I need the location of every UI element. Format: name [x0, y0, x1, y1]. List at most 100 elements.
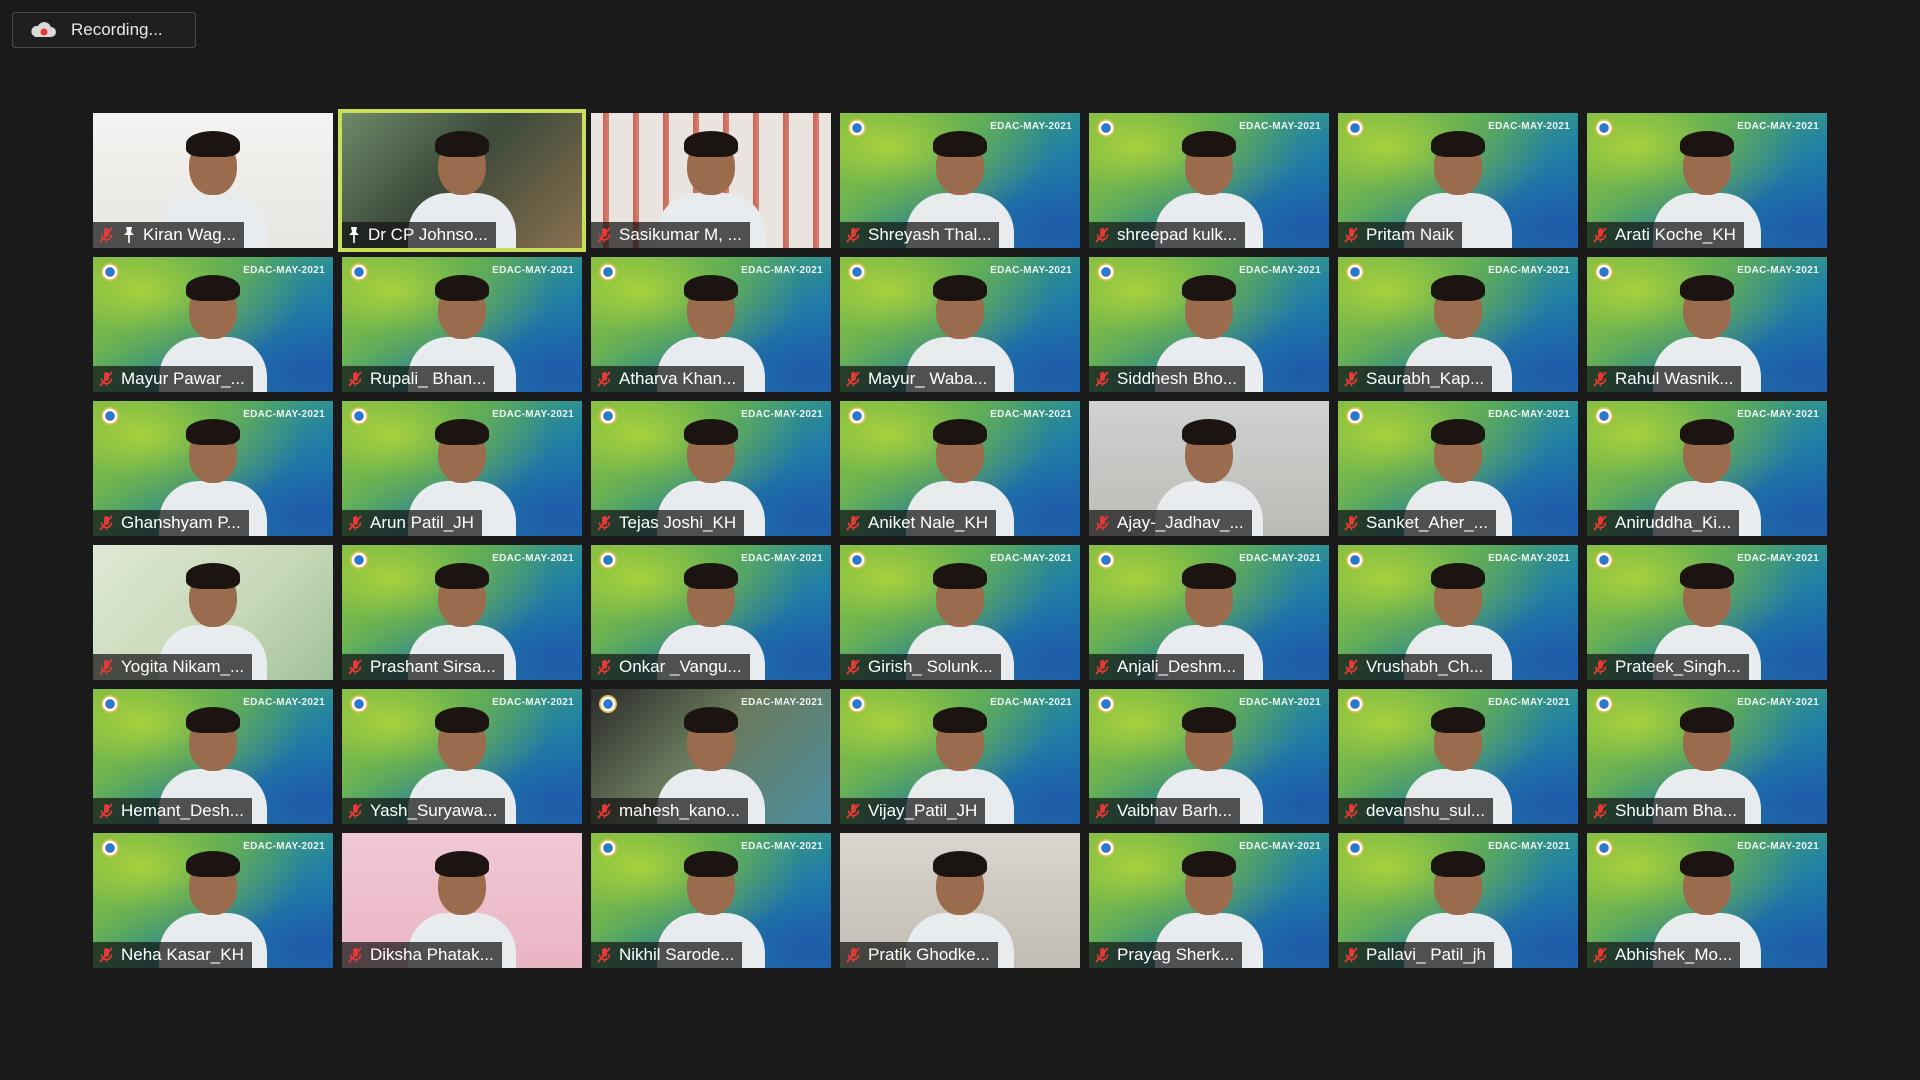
participant-name: Prashant Sirsa...	[370, 657, 496, 676]
participant-tile[interactable]: EDAC-MAY-2021 Vrushabh_Ch...	[1338, 545, 1578, 680]
participant-tile[interactable]: EDAC-MAY-2021 Arun Patil_JH	[342, 401, 582, 536]
participant-nameplate: Pratik Ghodke...	[840, 942, 998, 968]
participant-tile[interactable]: Yogita Nikam_...	[93, 545, 333, 680]
microphone-muted-icon	[348, 371, 362, 387]
microphone-muted-icon	[1095, 371, 1109, 387]
recording-label: Recording...	[71, 20, 163, 39]
participant-tile[interactable]: EDAC-MAY-2021 Anjali_Deshm...	[1089, 545, 1329, 680]
participant-nameplate: Sanket_Aher_...	[1338, 510, 1496, 536]
participant-tile[interactable]: EDAC-MAY-2021 Aniruddha_Ki...	[1587, 401, 1827, 536]
cdac-logo-icon	[350, 695, 368, 713]
cdac-logo-icon	[848, 263, 866, 281]
participant-tile[interactable]: EDAC-MAY-2021 Pritam Naik	[1338, 113, 1578, 248]
participant-name: Mayur Pawar_...	[121, 369, 245, 388]
participant-tile[interactable]: EDAC-MAY-2021 Prashant Sirsa...	[342, 545, 582, 680]
microphone-muted-icon	[597, 659, 611, 675]
participant-name: Ghanshyam P...	[121, 513, 241, 532]
participant-tile[interactable]: EDAC-MAY-2021 Saurabh_Kap...	[1338, 257, 1578, 392]
microphone-muted-icon	[1095, 803, 1109, 819]
participant-tile[interactable]: EDAC-MAY-2021 Sanket_Aher_...	[1338, 401, 1578, 536]
microphone-muted-icon	[348, 515, 362, 531]
participant-tile[interactable]: EDAC-MAY-2021 Yash_Suryawa...	[342, 689, 582, 824]
participant-nameplate: Onkar _Vangu...	[591, 654, 750, 680]
participant-name: Mayur_ Waba...	[868, 369, 988, 388]
participant-tile[interactable]: EDAC-MAY-2021 Rahul Wasnik...	[1587, 257, 1827, 392]
participant-tile[interactable]: EDAC-MAY-2021 Hemant_Desh...	[93, 689, 333, 824]
participant-tile[interactable]: EDAC-MAY-2021 mahesh_kano...	[591, 689, 831, 824]
cdac-logo-icon	[1097, 695, 1115, 713]
participant-name: shreepad kulk...	[1117, 225, 1238, 244]
participant-tile[interactable]: Ajay-_Jadhav_...	[1089, 401, 1329, 536]
participant-name: Kiran Wag...	[143, 225, 236, 244]
participant-tile[interactable]: Pratik Ghodke...	[840, 833, 1080, 968]
participant-tile[interactable]: EDAC-MAY-2021 devanshu_sul...	[1338, 689, 1578, 824]
microphone-muted-icon	[1344, 515, 1358, 531]
participant-name: Arati Koche_KH	[1615, 225, 1736, 244]
cdac-logo-icon	[1595, 695, 1613, 713]
participant-tile[interactable]: EDAC-MAY-2021 Arati Koche_KH	[1587, 113, 1827, 248]
participant-tile[interactable]: EDAC-MAY-2021 Prayag Sherk...	[1089, 833, 1329, 968]
participant-nameplate: Saurabh_Kap...	[1338, 366, 1493, 392]
participant-name: Yash_Suryawa...	[370, 801, 498, 820]
participant-tile[interactable]: EDAC-MAY-2021 Prateek_Singh...	[1587, 545, 1827, 680]
participant-nameplate: devanshu_sul...	[1338, 798, 1494, 824]
participant-nameplate: Tejas Joshi_KH	[591, 510, 745, 536]
participant-tile[interactable]: EDAC-MAY-2021 Pallavi_ Patil_jh	[1338, 833, 1578, 968]
participant-tile[interactable]: EDAC-MAY-2021 Vijay_Patil_JH	[840, 689, 1080, 824]
participant-tile[interactable]: EDAC-MAY-2021 Tejas Joshi_KH	[591, 401, 831, 536]
participant-tile[interactable]: EDAC-MAY-2021 Mayur_ Waba...	[840, 257, 1080, 392]
cdac-logo-icon	[101, 695, 119, 713]
participant-name: mahesh_kano...	[619, 801, 740, 820]
participant-tile[interactable]: Diksha Phatak...	[342, 833, 582, 968]
participant-tile[interactable]: EDAC-MAY-2021 Neha Kasar_KH	[93, 833, 333, 968]
microphone-muted-icon	[846, 227, 860, 243]
participant-nameplate: Arati Koche_KH	[1587, 222, 1744, 248]
participant-tile[interactable]: EDAC-MAY-2021 Onkar _Vangu...	[591, 545, 831, 680]
participant-name: Vijay_Patil_JH	[868, 801, 978, 820]
participant-name: Aniket Nale_KH	[868, 513, 989, 532]
microphone-muted-icon	[99, 659, 113, 675]
participant-tile[interactable]: EDAC-MAY-2021 Atharva Khan...	[591, 257, 831, 392]
pin-icon	[124, 227, 134, 243]
cdac-logo-icon	[1346, 839, 1364, 857]
microphone-muted-icon	[99, 371, 113, 387]
participant-tile[interactable]: Sasikumar M, ...	[591, 113, 831, 248]
participant-tile[interactable]: EDAC-MAY-2021 Aniket Nale_KH	[840, 401, 1080, 536]
participant-tile[interactable]: EDAC-MAY-2021 Abhishek_Mo...	[1587, 833, 1827, 968]
microphone-muted-icon	[348, 803, 362, 819]
participant-tile[interactable]: Dr CP Johnso...	[338, 109, 586, 252]
participant-tile[interactable]: EDAC-MAY-2021 Shreyash Thal...	[840, 113, 1080, 248]
participant-tile[interactable]: EDAC-MAY-2021 Nikhil Sarode...	[591, 833, 831, 968]
participant-name: Onkar _Vangu...	[619, 657, 742, 676]
participant-tile[interactable]: EDAC-MAY-2021 Vaibhav Barh...	[1089, 689, 1329, 824]
participant-tile[interactable]: EDAC-MAY-2021 Rupali_ Bhan...	[342, 257, 582, 392]
participant-tile[interactable]: EDAC-MAY-2021 Mayur Pawar_...	[93, 257, 333, 392]
participant-tile[interactable]: EDAC-MAY-2021 Girish_ Solunk...	[840, 545, 1080, 680]
participant-nameplate: mahesh_kano...	[591, 798, 748, 824]
participant-nameplate: Shreyash Thal...	[840, 222, 1000, 248]
participant-tile[interactable]: EDAC-MAY-2021 shreepad kulk...	[1089, 113, 1329, 248]
participant-tile[interactable]: EDAC-MAY-2021 Ghanshyam P...	[93, 401, 333, 536]
microphone-muted-icon	[99, 227, 113, 243]
microphone-muted-icon	[348, 659, 362, 675]
participant-name: Ajay-_Jadhav_...	[1117, 513, 1244, 532]
microphone-muted-icon	[99, 803, 113, 819]
participant-tile[interactable]: Kiran Wag...	[93, 113, 333, 248]
recording-indicator[interactable]: Recording...	[12, 12, 196, 48]
participant-nameplate: Vrushabh_Ch...	[1338, 654, 1492, 680]
microphone-muted-icon	[1095, 227, 1109, 243]
participant-nameplate: Pritam Naik	[1338, 222, 1462, 248]
cdac-logo-icon	[1595, 263, 1613, 281]
participant-tile[interactable]: EDAC-MAY-2021 Shubham Bha...	[1587, 689, 1827, 824]
cdac-logo-icon	[101, 263, 119, 281]
participant-tile[interactable]: EDAC-MAY-2021 Siddhesh Bho...	[1089, 257, 1329, 392]
participant-nameplate: Vijay_Patil_JH	[840, 798, 986, 824]
participant-nameplate: Prateek_Singh...	[1587, 654, 1749, 680]
participant-nameplate: Rupali_ Bhan...	[342, 366, 495, 392]
microphone-muted-icon	[1095, 947, 1109, 963]
participant-nameplate: Dr CP Johnso...	[342, 222, 496, 248]
cdac-logo-icon	[1346, 407, 1364, 425]
cdac-logo-icon	[1346, 695, 1364, 713]
participant-name: Sanket_Aher_...	[1366, 513, 1488, 532]
microphone-muted-icon	[846, 515, 860, 531]
